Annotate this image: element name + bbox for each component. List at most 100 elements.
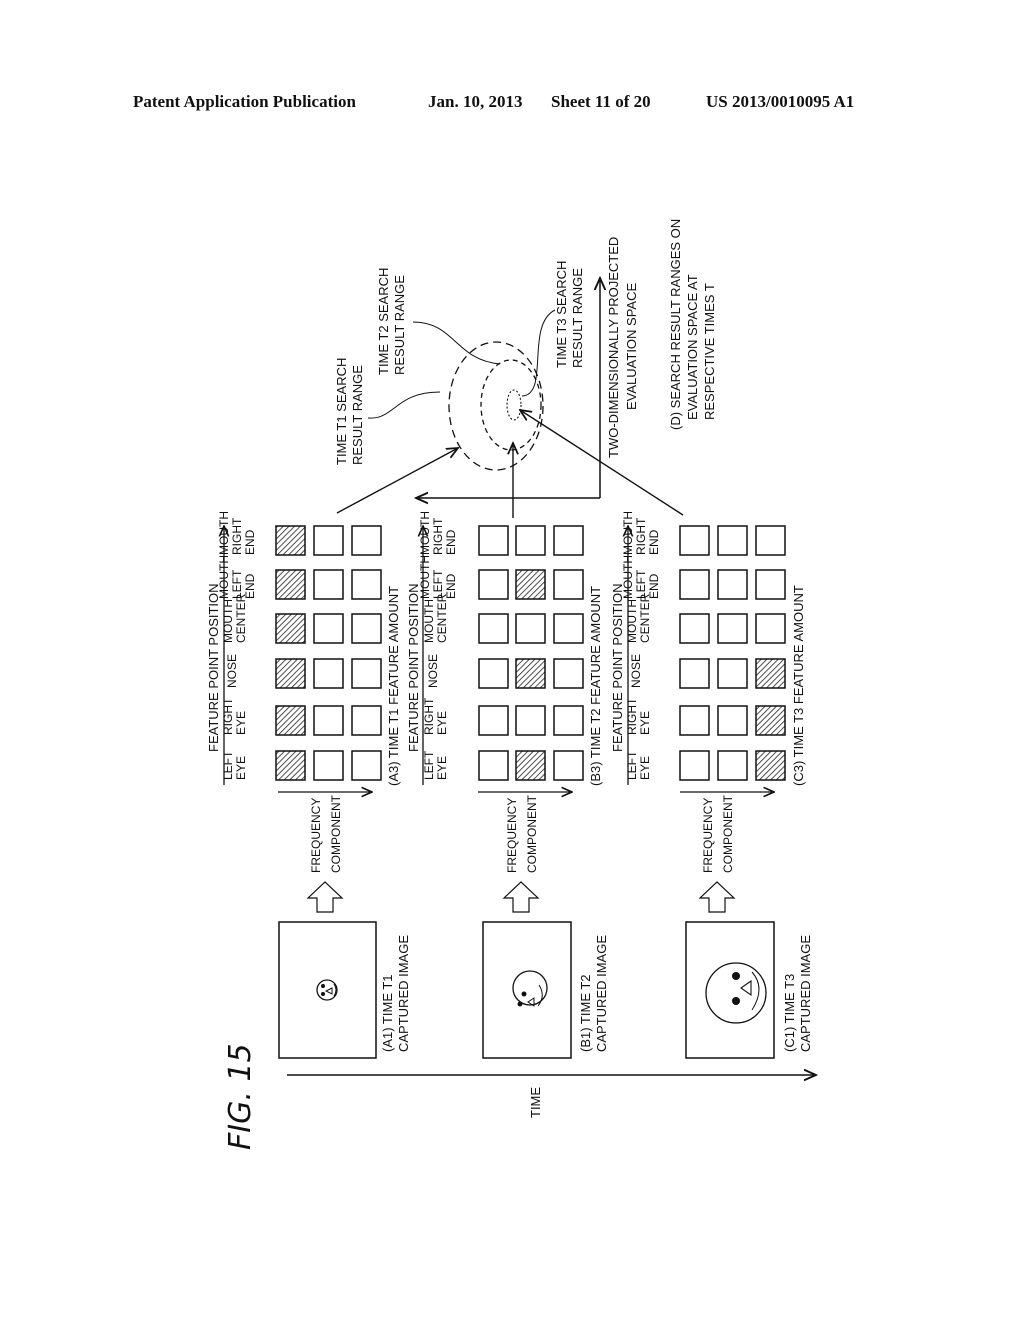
t2-search-range — [480, 359, 542, 451]
figure-15: FIG. 15 TIME (A1) TIME T1 CAPTURED IMAGE… — [206, 219, 1024, 1150]
feature-cell — [755, 525, 786, 556]
space-label-line2: EVALUATION SPACE — [624, 283, 639, 410]
feature-point-label: EYE — [435, 756, 449, 780]
face-icon-medium — [512, 970, 548, 1007]
feature-cell — [351, 613, 382, 644]
feature-point-label: LEFT — [230, 569, 244, 599]
feature-cell-highlighted — [755, 750, 786, 781]
projection-arrow-c — [520, 410, 684, 516]
feature-cell — [351, 658, 382, 689]
evaluation-space: TIME T1 SEARCH RESULT RANGE TIME T2 SEAR… — [334, 219, 717, 518]
feature-position-label-c: FEATURE POINT POSITION — [610, 583, 625, 752]
feature-cell — [313, 750, 344, 781]
feature-cell — [478, 569, 509, 600]
feature-cell-highlighted — [275, 658, 306, 689]
feature-grid-c — [679, 525, 786, 781]
feature-cell — [478, 705, 509, 736]
feature-caption-b3: (B3) TIME T2 FEATURE AMOUNT — [588, 586, 603, 786]
feature-cell — [515, 613, 546, 644]
t1-label-line2: RESULT RANGE — [350, 365, 365, 465]
caption-d-line1: (D) SEARCH RESULT RANGES ON — [668, 219, 683, 430]
feature-point-label: END — [243, 573, 257, 599]
feature-cell — [351, 750, 382, 781]
feature-point-label: LEFT — [221, 750, 235, 780]
feature-point-label: RIGHT — [634, 517, 648, 555]
feature-cell — [351, 705, 382, 736]
space-label-line1: TWO-DIMENSIONALLY PROJECTED — [606, 237, 621, 458]
feature-cell — [755, 613, 786, 644]
feature-point-label: MOUTH — [217, 555, 231, 599]
feature-cell-highlighted — [275, 613, 306, 644]
feature-point-label: LEFT — [422, 750, 436, 780]
feature-cell — [478, 613, 509, 644]
time-axis-label: TIME — [528, 1087, 543, 1118]
feature-cell — [717, 750, 748, 781]
feature-point-label: MOUTH — [418, 555, 432, 599]
feature-cell-highlighted — [275, 750, 306, 781]
feature-point-label: EYE — [234, 756, 248, 780]
feature-point-label: MOUTH — [221, 599, 235, 643]
feature-point-label: MOUTH — [418, 511, 432, 555]
feature-cell — [679, 569, 710, 600]
feature-cell — [679, 658, 710, 689]
face-icon-small — [316, 979, 338, 1001]
feature-point-label: CENTER — [638, 593, 652, 643]
t3-label-line2: RESULT RANGE — [570, 268, 585, 368]
feature-cell-highlighted — [275, 705, 306, 736]
feature-caption-a3: (A3) TIME T1 FEATURE AMOUNT — [386, 586, 401, 786]
feature-point-label: MOUTH — [217, 511, 231, 555]
feature-point-label: CENTER — [234, 593, 248, 643]
feature-amount-grids — [275, 525, 786, 781]
feature-cell — [351, 525, 382, 556]
feature-cell — [679, 750, 710, 781]
caption-a1-line1: (A1) TIME T1 — [380, 974, 395, 1052]
feature-point-label: MOUTH — [621, 555, 635, 599]
frequency-label-a-1: FREQUENCY — [309, 798, 323, 873]
feature-point-label: RIGHT — [422, 697, 436, 735]
feature-cell — [553, 705, 584, 736]
feature-point-label: LEFT — [634, 569, 648, 599]
t2-label-line2: RESULT RANGE — [392, 275, 407, 375]
feature-point-label: END — [243, 529, 257, 555]
feature-point-label: RIGHT — [230, 517, 244, 555]
t3-search-range — [506, 389, 522, 421]
caption-c1-line1: (C1) TIME T3 — [782, 974, 797, 1052]
feature-cell — [717, 613, 748, 644]
feature-cell — [717, 525, 748, 556]
t1-leader-line — [367, 391, 441, 419]
feature-cell — [313, 525, 344, 556]
frequency-label-c-1: FREQUENCY — [701, 798, 715, 873]
feature-cell — [313, 569, 344, 600]
feature-cell — [351, 569, 382, 600]
feature-point-label: EYE — [638, 756, 652, 780]
feature-cell — [717, 705, 748, 736]
captured-image-c1 — [685, 921, 775, 1059]
feature-cell — [553, 658, 584, 689]
feature-caption-c3: (C3) TIME T3 FEATURE AMOUNT — [791, 585, 806, 786]
feature-cell — [553, 525, 584, 556]
hollow-arrow-a — [306, 881, 344, 913]
frequency-label-a-2: COMPONENT — [329, 794, 343, 873]
feature-point-label: MOUTH — [422, 599, 436, 643]
feature-point-label: NOSE — [225, 654, 239, 688]
feature-cell — [717, 569, 748, 600]
hollow-arrow-c — [698, 881, 736, 913]
feature-cell — [478, 658, 509, 689]
feature-point-label: LEFT — [625, 750, 639, 780]
feature-cell-highlighted — [275, 525, 306, 556]
feature-cell — [478, 525, 509, 556]
t2-label-line1: TIME T2 SEARCH — [376, 268, 391, 375]
feature-cell — [679, 705, 710, 736]
frequency-label-c-2: COMPONENT — [721, 794, 735, 873]
feature-cell — [313, 613, 344, 644]
face-icon-large — [705, 962, 767, 1024]
t1-label-line1: TIME T1 SEARCH — [334, 358, 349, 465]
feature-point-label: END — [444, 529, 458, 555]
t3-leader-line — [521, 309, 556, 397]
feature-cell-highlighted — [515, 750, 546, 781]
feature-grid-a — [275, 525, 382, 781]
feature-cell — [553, 750, 584, 781]
feature-point-label: NOSE — [629, 654, 643, 688]
frequency-label-b-1: FREQUENCY — [505, 798, 519, 873]
feature-point-label: EYE — [435, 711, 449, 735]
